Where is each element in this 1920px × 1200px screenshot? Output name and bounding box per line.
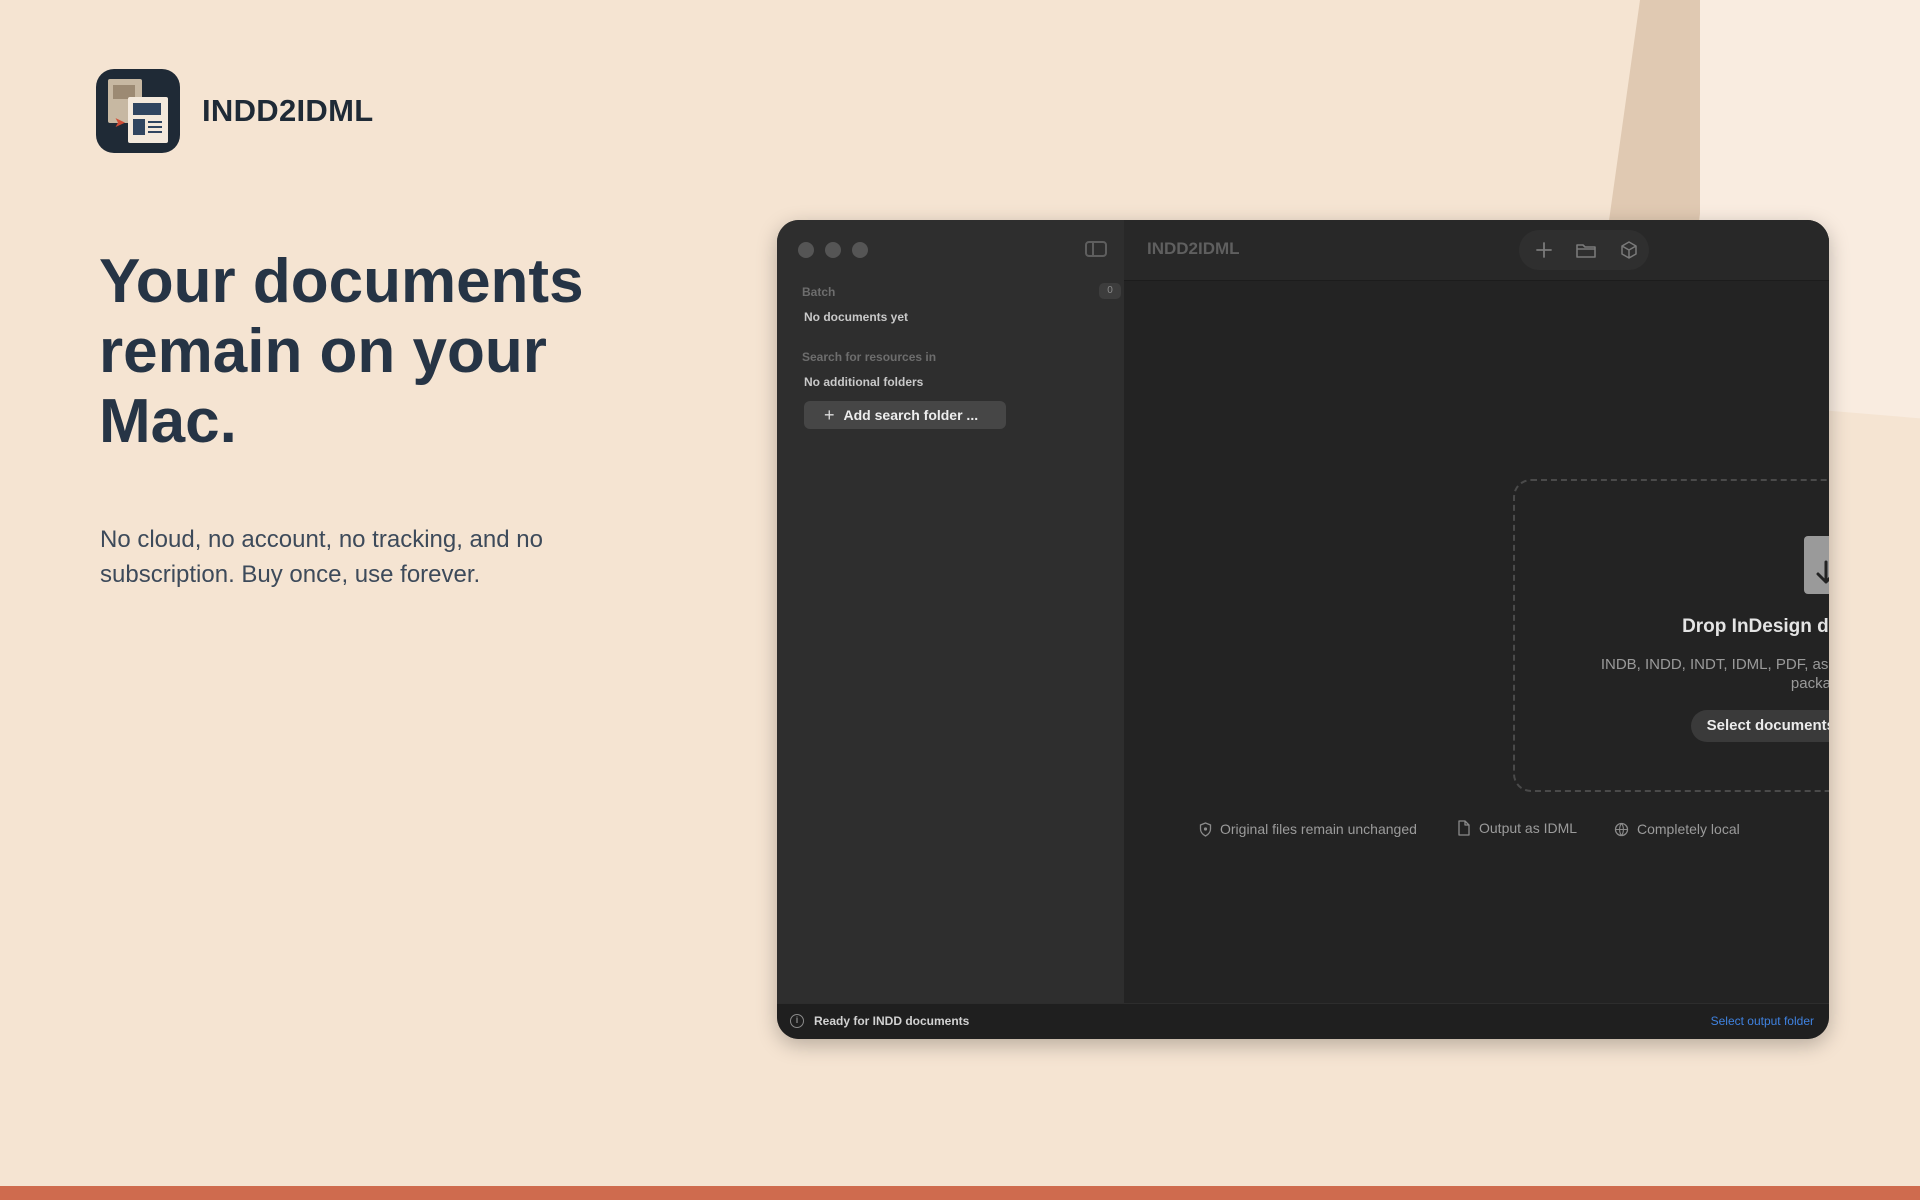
feature-completely-local: Completely local (1614, 821, 1740, 837)
search-empty-text: No additional folders (804, 375, 924, 389)
feature-original-files: Original files remain unchanged (1199, 821, 1417, 837)
sidebar-toggle-icon[interactable] (1085, 241, 1107, 257)
plus-icon: + (824, 404, 835, 425)
status-bar: i Ready for INDD documents Select output… (777, 1003, 1829, 1039)
select-output-folder-link[interactable]: Select output folder (1711, 1014, 1814, 1028)
drop-zone-title: Drop InDesign documents here (1682, 616, 1829, 637)
batch-count-badge: 0 (1099, 283, 1121, 299)
document-icon (1458, 820, 1470, 836)
drop-zone-subtitle: INDB, INDD, INDT, IDML, PDF, as well as … (1600, 656, 1829, 692)
zoom-window-button[interactable] (852, 242, 868, 258)
minimize-window-button[interactable] (825, 242, 841, 258)
feature-label: Original files remain unchanged (1220, 821, 1417, 837)
feature-label: Completely local (1637, 821, 1740, 837)
window-title: INDD2IDML (1147, 239, 1240, 258)
app-name: INDD2IDML (202, 93, 374, 128)
main-area: INDD2IDML → ? i Drop I (1124, 220, 1829, 1004)
plus-icon[interactable] (1527, 230, 1561, 270)
toolbar: INDD2IDML → ? i (1124, 220, 1829, 281)
add-search-folder-button[interactable]: + Add search folder ... (804, 401, 1006, 429)
globe-icon (1614, 822, 1629, 836)
batch-empty-text: No documents yet (804, 310, 909, 324)
hero-subtext: No cloud, no account, no tracking, and n… (100, 526, 543, 588)
close-window-button[interactable] (798, 242, 814, 258)
package-icon[interactable] (1612, 230, 1646, 270)
shield-icon (1199, 821, 1212, 837)
app-logo-icon: ➤ (96, 69, 180, 153)
hero-headline: Your documents remain on your Mac. (99, 247, 584, 456)
document-download-icon (1804, 536, 1829, 594)
sidebar: Batch 0 No documents yet Search for reso… (777, 220, 1124, 1004)
status-text: Ready for INDD documents (814, 1014, 970, 1028)
bottom-accent-bar (0, 1186, 1920, 1200)
feature-label: Output as IDML (1479, 820, 1578, 836)
search-section-label: Search for resources in (802, 350, 937, 364)
folder-icon[interactable] (1569, 230, 1603, 270)
app-window: Batch 0 No documents yet Search for reso… (777, 220, 1829, 1039)
batch-section-label: Batch (802, 285, 836, 299)
add-search-folder-label: Add search folder ... (843, 407, 979, 423)
info-icon: i (790, 1014, 804, 1028)
drop-zone[interactable]: Drop InDesign documents here INDB, INDD,… (1513, 479, 1829, 792)
select-documents-button[interactable]: Select documents or packages ... (1691, 710, 1829, 742)
feature-output-idml: Output as IDML (1457, 820, 1577, 836)
